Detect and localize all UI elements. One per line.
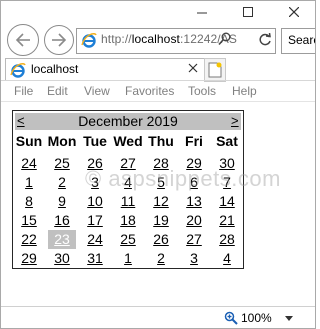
day-link[interactable]: 1: [112, 249, 144, 268]
close-window-button[interactable]: [271, 1, 315, 23]
day-link[interactable]: 6: [178, 173, 210, 192]
day-link[interactable]: 4: [112, 173, 144, 192]
search-icon[interactable]: [218, 32, 232, 46]
title-bar: [1, 1, 315, 23]
day-link[interactable]: 13: [178, 192, 210, 211]
arrow-left-icon: [15, 33, 30, 47]
day-link[interactable]: 29: [178, 154, 210, 173]
tab-localhost[interactable]: localhost: [5, 58, 205, 81]
menu-file[interactable]: File: [14, 84, 33, 98]
day-of-week-label: Thu: [148, 133, 174, 149]
day-of-week-label: Fri: [185, 133, 203, 149]
ie-logo-icon: [10, 63, 26, 78]
day-link[interactable]: 22: [13, 230, 45, 249]
day-link[interactable]: 2: [145, 249, 177, 268]
day-link[interactable]: 29: [13, 249, 45, 268]
day-link[interactable]: 24: [13, 154, 45, 173]
prev-month-link[interactable]: <: [17, 113, 25, 128]
day-of-week-label: Wed: [113, 133, 143, 149]
day-of-week-label: Tue: [83, 133, 107, 149]
browser-window: http://localhost:12242/AS Search localho…: [0, 0, 316, 329]
next-month-link[interactable]: >: [231, 113, 239, 128]
day-link[interactable]: 15: [13, 211, 45, 230]
maximize-icon: [243, 7, 253, 17]
day-link[interactable]: 18: [112, 211, 144, 230]
search-input[interactable]: Search: [281, 28, 315, 54]
day-link[interactable]: 24: [79, 230, 111, 249]
day-link[interactable]: 11: [112, 192, 144, 211]
day-link[interactable]: 3: [79, 173, 111, 192]
day-link[interactable]: 25: [112, 230, 144, 249]
menu-favorites[interactable]: Favorites: [125, 84, 174, 98]
new-tab-button[interactable]: [204, 58, 226, 82]
calendar: December 2019 < > Sun Mon Tue Wed Thu Fri Sat …: [12, 110, 244, 269]
day-link[interactable]: 1: [13, 173, 45, 192]
day-of-week-label: Sun: [15, 133, 43, 149]
day-link[interactable]: 20: [178, 211, 210, 230]
tab-title: localhost: [31, 62, 79, 76]
close-icon: [289, 7, 299, 17]
day-link[interactable]: 26: [79, 154, 111, 173]
arrow-right-icon: [52, 33, 67, 47]
refresh-icon[interactable]: [258, 33, 272, 47]
day-link[interactable]: 2: [46, 173, 78, 192]
day-link[interactable]: 30: [46, 249, 78, 268]
day-link[interactable]: 28: [145, 154, 177, 173]
day-link[interactable]: 9: [46, 192, 78, 211]
calendar-header: December 2019 < >: [15, 113, 241, 130]
ie-logo-icon: [81, 33, 97, 48]
day-of-week-label: Mon: [47, 133, 77, 149]
day-link[interactable]: 14: [211, 192, 243, 211]
day-link[interactable]: 16: [46, 211, 78, 230]
day-link[interactable]: 3: [178, 249, 210, 268]
forward-button[interactable]: [44, 25, 74, 55]
day-link[interactable]: 27: [112, 154, 144, 173]
zoom-level[interactable]: 100%: [241, 311, 272, 325]
day-link[interactable]: 30: [211, 154, 243, 173]
today-day-link[interactable]: 23: [48, 230, 76, 249]
menu-view[interactable]: View: [84, 84, 110, 98]
maximize-button[interactable]: [225, 1, 271, 23]
day-link[interactable]: 21: [211, 211, 243, 230]
address-bar[interactable]: http://localhost:12242/AS: [76, 28, 276, 54]
menu-edit[interactable]: Edit: [47, 84, 68, 98]
day-link[interactable]: 19: [145, 211, 177, 230]
day-link[interactable]: 17: [79, 211, 111, 230]
zoom-icon[interactable]: [224, 311, 238, 325]
minimize-button[interactable]: [179, 1, 225, 23]
url-text: http://localhost:12242/AS: [101, 32, 237, 46]
day-link[interactable]: 7: [211, 173, 243, 192]
calendar-title: December 2019: [78, 113, 178, 129]
day-link[interactable]: 10: [79, 192, 111, 211]
day-link[interactable]: 31: [79, 249, 111, 268]
day-link[interactable]: 27: [178, 230, 210, 249]
day-link[interactable]: 4: [211, 249, 243, 268]
new-tab-icon: [208, 62, 222, 78]
day-link[interactable]: 12: [145, 192, 177, 211]
close-tab-icon[interactable]: [188, 63, 198, 73]
menu-help[interactable]: Help: [232, 84, 257, 98]
menu-tools[interactable]: Tools: [188, 84, 216, 98]
chevron-down-icon[interactable]: [285, 316, 293, 321]
menu-bar: File Edit View Favorites Tools Help: [1, 80, 315, 102]
day-link[interactable]: 8: [13, 192, 45, 211]
day-link[interactable]: 25: [46, 154, 78, 173]
day-link[interactable]: 26: [145, 230, 177, 249]
day-link[interactable]: 5: [145, 173, 177, 192]
day-of-week-label: Sat: [216, 133, 238, 149]
day-link[interactable]: 28: [211, 230, 243, 249]
status-bar: 100%: [1, 306, 315, 328]
minimize-icon: [197, 12, 207, 14]
back-button[interactable]: [7, 24, 39, 56]
